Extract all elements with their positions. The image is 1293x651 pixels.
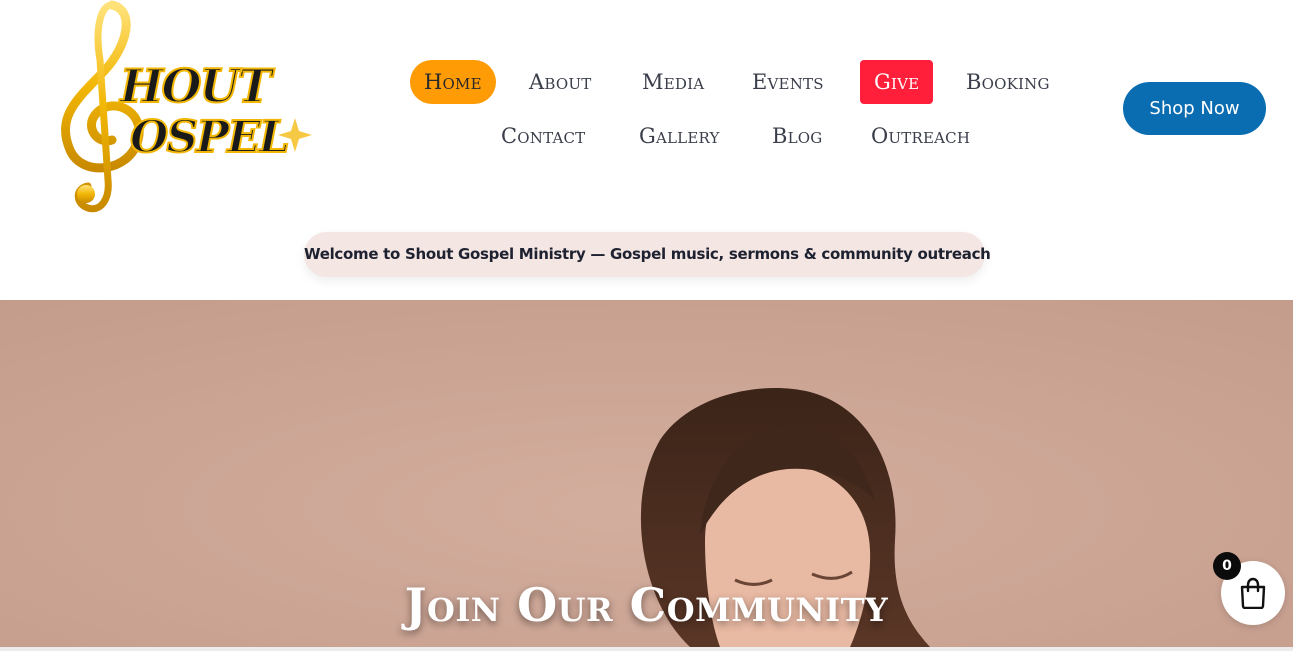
nav-media[interactable]: Media [628,60,718,104]
nav-outreach[interactable]: Outreach [857,114,984,158]
cart-count-badge: 0 [1213,552,1241,580]
welcome-banner: Welcome to Shout Gospel Ministry — Gospe… [304,232,991,277]
logo-text-line1: HOUT [118,59,276,113]
nav-home[interactable]: Home [410,60,496,104]
shop-now-button[interactable]: Shop Now [1123,82,1266,135]
logo-graphic: HOUT OSPEL [61,0,312,213]
nav-contact[interactable]: Contact [487,114,599,158]
site-logo[interactable]: HOUT OSPEL [50,0,315,220]
nav-gallery[interactable]: Gallery [625,114,734,158]
nav-events[interactable]: Events [738,60,838,104]
nav-about[interactable]: About [515,60,605,104]
nav-booking[interactable]: Booking [952,60,1064,104]
hero-title: Join Our Community [404,578,889,632]
nav-give[interactable]: Give [860,60,934,104]
shopping-bag-icon [1240,577,1266,609]
hero-section: Join Our Community [0,300,1293,647]
nav-blog[interactable]: Blog [758,114,836,158]
logo-text-line2: OSPEL [130,112,288,163]
page-divider [0,647,1293,651]
site-header: HOUT OSPEL Home About Media Events Give … [0,0,1293,300]
